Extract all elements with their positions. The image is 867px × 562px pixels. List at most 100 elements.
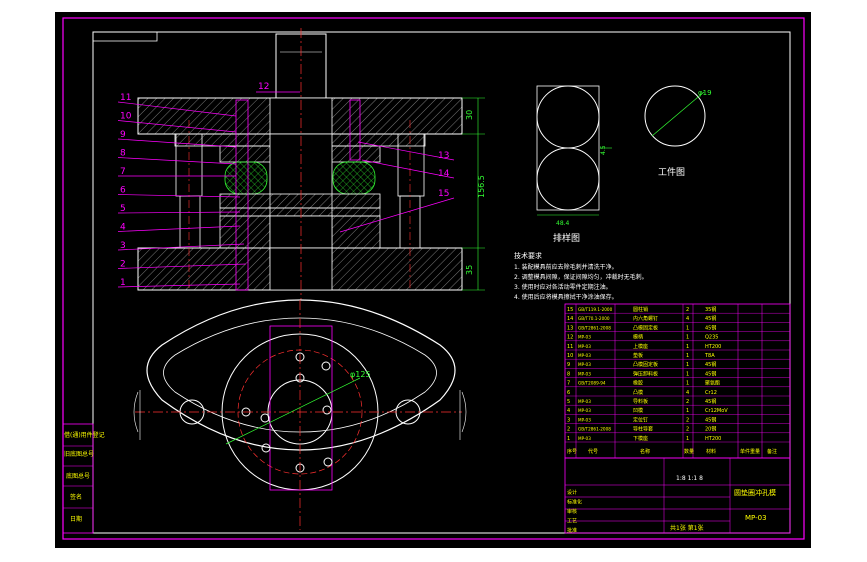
part-no: 4 (567, 408, 570, 414)
sign-row-label: 审核 (567, 508, 577, 515)
part-name: 凹模 (633, 407, 643, 414)
part-qty: 2 (686, 427, 689, 433)
part-name: 弹压卸料板 (633, 370, 658, 377)
parts-header-remark: 备注 (767, 448, 777, 455)
part-name: 圆柱销 (633, 306, 648, 313)
part-no: 11 (567, 344, 573, 350)
part-code: MP-03 (578, 353, 591, 358)
dim-height-top: 30 (465, 110, 474, 120)
part-number-11: 11 (120, 93, 131, 103)
tech-item-3: 3. 使用时应对各活动零件定期注油。 (514, 283, 612, 291)
parts-header-no: 序号 (567, 448, 577, 455)
guide-plate (219, 207, 381, 217)
part-number-3: 3 (120, 241, 126, 251)
side-cell-3: 底图总号 (66, 472, 90, 480)
part-name: 定位钉 (633, 416, 648, 423)
part-number-5: 5 (120, 204, 126, 214)
dim-height-total: 156.5 (477, 175, 486, 198)
part-code: MP-03 (578, 362, 591, 367)
part-name: 凸模 (633, 389, 643, 396)
part-no: 15 (567, 307, 573, 313)
part-no: 12 (567, 335, 573, 341)
part-name: 上模座 (633, 343, 648, 350)
part-qty: 1 (686, 325, 689, 331)
part-no: 8 (567, 371, 570, 377)
part-number-7: 7 (120, 167, 126, 177)
part-number-4: 4 (120, 223, 126, 233)
part-material: 45钢 (705, 398, 716, 405)
part-no: 6 (567, 390, 570, 396)
part-no: 9 (567, 362, 570, 368)
part-name: 导料板 (633, 398, 648, 405)
part-material: 45钢 (705, 361, 716, 368)
cad-drawing-canvas: 156.5 30 35 1110987654321 131415 12 φ125 (0, 0, 867, 562)
parts-header-note: 单件重量 (740, 448, 760, 455)
part-name: 凸模固定板 (633, 324, 658, 331)
part-code: GB/T2861-2008 (578, 325, 611, 330)
part-code: MP-03 (578, 436, 591, 441)
tech-heading: 技术要求 (514, 251, 542, 260)
part-number-12: 12 (258, 82, 269, 92)
tech-item-4: 4. 使用后应将模具擦拭干净涂油保存。 (514, 293, 618, 301)
part-number-8: 8 (120, 149, 126, 159)
part-number-1: 1 (120, 278, 126, 288)
sign-row-label: 设计 (567, 489, 577, 496)
part-qty: 1 (686, 436, 689, 442)
side-cell-2: 旧底图总号 (64, 450, 94, 458)
sign-row-label: 批准 (567, 527, 577, 534)
part-qty: 2 (686, 399, 689, 405)
tech-item-1: 1. 装配模具前应去除毛刺并清洗干净。 (514, 263, 618, 271)
part-number-2: 2 (120, 260, 126, 270)
part-number-6: 6 (120, 186, 126, 196)
part-name: 下模座 (633, 435, 648, 442)
parts-header-name: 名称 (640, 448, 650, 455)
part-name: 模柄 (633, 334, 643, 341)
part-material: Q235 (705, 335, 718, 341)
part-name: 垫板 (633, 352, 643, 359)
sign-row-label: 工艺 (567, 519, 577, 525)
part-qty: 1 (686, 353, 689, 359)
parts-header-qty: 数量 (684, 448, 694, 455)
part-code: MP-03 (578, 408, 591, 413)
part-qty: 2 (686, 307, 689, 313)
part-material: T8A (704, 353, 715, 359)
drawing-number: MP-03 (745, 514, 767, 522)
parts-header-code: 代号 (588, 448, 598, 455)
part-code: GB/T2089-94 (578, 381, 606, 386)
part-number-13: 13 (438, 151, 449, 161)
part-material: HT200 (705, 436, 721, 442)
part-no: 7 (567, 381, 570, 387)
drawing-name: 圆垫圈冲孔模 (734, 488, 776, 497)
part-name: 凸模固定板 (633, 361, 658, 368)
part-qty: 1 (686, 362, 689, 368)
sheet-text: 共1张 第1张 (670, 524, 704, 532)
part-qty: 1 (686, 344, 689, 350)
part-code: GB/T2861-2008 (578, 427, 611, 432)
part-material: HT200 (705, 344, 721, 350)
part-qty: 4 (686, 316, 689, 322)
rubber-right (332, 161, 376, 195)
part-name: 内六角螺钉 (633, 315, 658, 322)
part-qty: 1 (686, 408, 689, 414)
part-qty: 1 (686, 371, 689, 377)
part-material: 45钢 (705, 416, 716, 423)
parts-header-mat: 材料 (706, 448, 716, 455)
part-qty: 1 (686, 381, 689, 387)
part-code: GB/T70.1-2000 (578, 316, 610, 321)
part-qty: 2 (686, 417, 689, 423)
workpiece-label: 工件图 (658, 166, 685, 178)
dim-strip-pitch: 4.5 (600, 145, 607, 155)
side-cell-1: 借(通)用件登记 (64, 431, 105, 439)
part-code: GB/T119.1-2000 (578, 307, 613, 312)
part-material: 35钢 (705, 306, 716, 313)
tech-item-2: 2. 调整模具间隙，保证间隙均匀，冲裁时无毛刺。 (514, 273, 648, 281)
part-code: MP-03 (578, 335, 591, 340)
part-code: MP-03 (578, 371, 591, 376)
dim-workpiece: φ19 (698, 89, 712, 97)
part-no: 1 (567, 436, 570, 442)
part-no: 14 (567, 316, 573, 322)
part-number-14: 14 (438, 169, 450, 179)
part-material: 20钢 (705, 426, 716, 433)
part-code: MP-03 (578, 344, 591, 349)
part-no: 2 (567, 427, 570, 433)
